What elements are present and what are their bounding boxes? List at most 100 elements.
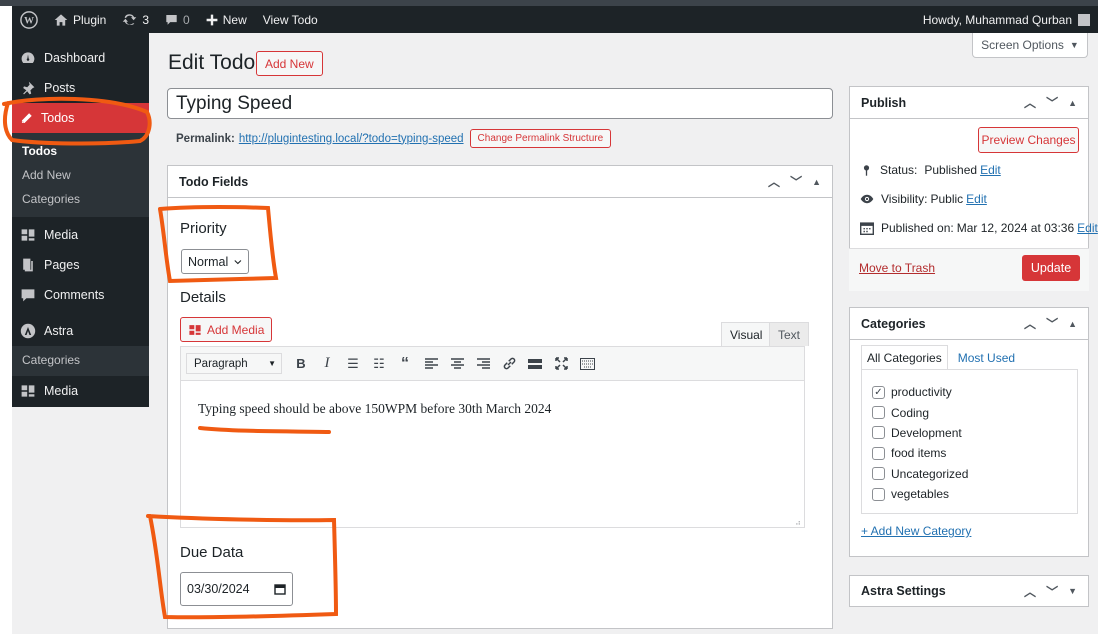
status-edit-link[interactable]: Edit bbox=[980, 163, 1001, 177]
category-checklist: ✓ productivity Coding Development food i… bbox=[861, 369, 1078, 514]
checkbox[interactable] bbox=[872, 406, 885, 420]
update-button[interactable]: Update bbox=[1022, 255, 1080, 281]
align-right-button[interactable] bbox=[470, 351, 496, 377]
add-media-button[interactable]: Add Media bbox=[180, 317, 273, 342]
category-label: Coding bbox=[891, 405, 930, 420]
submenu-item-categories[interactable]: Categories bbox=[12, 187, 149, 211]
preview-changes-button[interactable]: Preview Changes bbox=[978, 127, 1079, 153]
chevron-down-icon[interactable]: ﹀ bbox=[1046, 315, 1058, 332]
sidebar-item-todos[interactable]: Todos bbox=[12, 103, 149, 133]
priority-select[interactable]: Normal bbox=[181, 249, 249, 274]
toggle-triangle-icon[interactable]: ▲ bbox=[1068, 319, 1077, 329]
chevron-up-icon[interactable]: ︿ bbox=[1024, 94, 1036, 111]
align-left-button[interactable] bbox=[418, 351, 444, 377]
astra-settings-header[interactable]: Astra Settings ︿ ﹀ ▼ bbox=[850, 576, 1088, 606]
toolbar-toggle-button[interactable] bbox=[574, 351, 600, 377]
toggle-triangle-icon[interactable]: ▲ bbox=[1068, 98, 1077, 108]
submenu-item-add-new[interactable]: Add New bbox=[12, 163, 149, 187]
fullscreen-icon bbox=[554, 357, 568, 370]
tab-text[interactable]: Text bbox=[769, 322, 810, 346]
list-item[interactable]: Coding bbox=[862, 402, 1077, 422]
link-icon bbox=[503, 357, 515, 370]
todo-fields-header[interactable]: Todo Fields ︿ ﹀ ▲ bbox=[168, 166, 832, 198]
move-to-trash-link[interactable]: Move to Trash bbox=[859, 261, 935, 275]
read-more-button[interactable] bbox=[522, 351, 548, 377]
publish-title: Publish bbox=[861, 95, 907, 110]
pin-icon bbox=[863, 164, 870, 176]
site-name-link[interactable]: Plugin bbox=[46, 6, 114, 33]
sidebar-item-posts[interactable]: Posts bbox=[12, 73, 149, 103]
submenu-item-todos[interactable]: Todos bbox=[12, 139, 149, 163]
editor-content-area[interactable]: Typing speed should be above 150WPM befo… bbox=[180, 381, 805, 528]
sidebar-item-pages[interactable]: Pages bbox=[12, 250, 149, 280]
tab-visual[interactable]: Visual bbox=[721, 322, 772, 346]
chevron-up-icon[interactable]: ︿ bbox=[768, 173, 780, 190]
bold-button[interactable]: B bbox=[288, 351, 314, 377]
publish-header[interactable]: Publish ︿ ﹀ ▲ bbox=[850, 87, 1088, 119]
post-title-input[interactable] bbox=[167, 88, 833, 119]
checkbox-checked[interactable]: ✓ bbox=[872, 385, 885, 399]
checkbox[interactable] bbox=[872, 426, 885, 440]
visibility-edit-link[interactable]: Edit bbox=[966, 192, 987, 206]
categories-header[interactable]: Categories ︿ ﹀ ▲ bbox=[850, 308, 1088, 340]
chevron-up-icon[interactable]: ︿ bbox=[1024, 583, 1036, 600]
fullscreen-button[interactable] bbox=[548, 351, 574, 377]
svg-text:W: W bbox=[24, 15, 34, 26]
checkbox[interactable] bbox=[872, 467, 885, 481]
chevron-up-icon[interactable]: ︿ bbox=[1024, 315, 1036, 332]
chevron-down-icon[interactable]: ﹀ bbox=[1046, 94, 1058, 111]
due-date-input[interactable]: 03/30/2024 bbox=[180, 572, 293, 606]
my-account-link[interactable]: Howdy, Muhammad Qurban bbox=[923, 13, 1098, 27]
align-right-icon bbox=[476, 357, 490, 369]
screen-options-button[interactable]: Screen Options ▼ bbox=[972, 33, 1088, 58]
status-label: Status: bbox=[880, 163, 918, 177]
updates-link[interactable]: 3 bbox=[114, 6, 157, 33]
add-new-button[interactable]: Add New bbox=[256, 51, 323, 76]
numbered-list-button[interactable]: ☷ bbox=[366, 351, 392, 377]
published-edit-link[interactable]: Edit bbox=[1077, 221, 1098, 235]
view-todo-link[interactable]: View Todo bbox=[255, 6, 326, 33]
bullet-list-button[interactable]: ☰ bbox=[340, 351, 366, 377]
sidebar-item-astra[interactable]: Astra bbox=[12, 316, 149, 346]
link-button[interactable] bbox=[496, 351, 522, 377]
align-center-button[interactable] bbox=[444, 351, 470, 377]
sidebar-item-media-2[interactable]: Media bbox=[12, 376, 149, 406]
submenu-item-astra-categories[interactable]: Categories bbox=[12, 348, 149, 372]
list-item[interactable]: vegetables bbox=[862, 484, 1077, 504]
sidebar-item-label: Todos bbox=[41, 111, 75, 125]
list-item[interactable]: Development bbox=[862, 423, 1077, 443]
toggle-triangle-icon[interactable]: ▼ bbox=[1068, 586, 1077, 596]
format-select[interactable]: Paragraph ▼ bbox=[186, 353, 282, 374]
home-icon bbox=[54, 13, 68, 26]
page-title: Edit Todo bbox=[168, 51, 256, 74]
status-value: Published bbox=[924, 163, 978, 177]
add-media-label: Add Media bbox=[207, 322, 265, 337]
triangle-down-icon: ▼ bbox=[268, 359, 276, 368]
calendar-icon[interactable] bbox=[274, 583, 286, 595]
chevron-down-icon[interactable]: ﹀ bbox=[790, 173, 802, 190]
new-content-link[interactable]: New bbox=[198, 6, 255, 33]
list-item[interactable]: ✓ productivity bbox=[862, 382, 1077, 402]
comments-link[interactable]: 0 bbox=[157, 6, 198, 33]
checkbox[interactable] bbox=[872, 446, 885, 460]
wordpress-logo-button[interactable]: W bbox=[12, 6, 46, 33]
resize-handle-icon[interactable]: ⣠ bbox=[795, 516, 801, 525]
sidebar-item-comments[interactable]: Comments bbox=[12, 280, 149, 310]
sidebar-item-dashboard[interactable]: Dashboard bbox=[12, 43, 149, 73]
visibility-label: Visibility: bbox=[881, 192, 928, 206]
list-item[interactable]: food items bbox=[862, 443, 1077, 463]
italic-button[interactable]: I bbox=[314, 351, 340, 377]
sidebar-item-media[interactable]: Media bbox=[12, 220, 149, 250]
tab-all-categories[interactable]: All Categories bbox=[861, 345, 948, 370]
permalink-url[interactable]: http://plugintesting.local/?todo=typing-… bbox=[239, 133, 464, 145]
checkbox[interactable] bbox=[872, 487, 885, 501]
blockquote-button[interactable]: “ bbox=[392, 351, 418, 377]
calendar-icon bbox=[860, 222, 874, 235]
tab-most-used[interactable]: Most Used bbox=[948, 345, 1020, 370]
add-new-category-link[interactable]: + Add New Category bbox=[861, 524, 971, 538]
change-permalink-button[interactable]: Change Permalink Structure bbox=[469, 129, 612, 148]
sidebar-item-label: Dashboard bbox=[44, 51, 106, 65]
list-item[interactable]: Uncategorized bbox=[862, 464, 1077, 484]
chevron-down-icon[interactable]: ﹀ bbox=[1046, 583, 1058, 600]
toggle-triangle-icon[interactable]: ▲ bbox=[812, 177, 821, 187]
